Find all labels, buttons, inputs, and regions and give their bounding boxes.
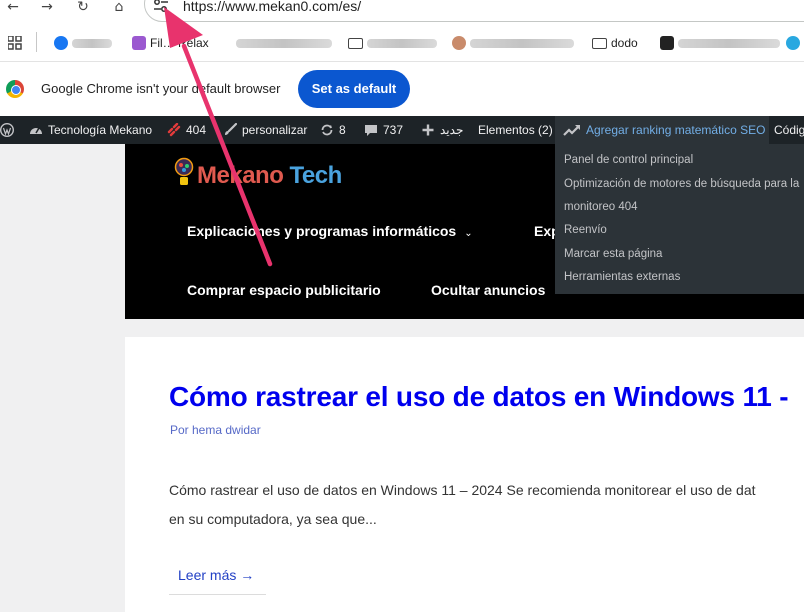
wordpress-logo-item[interactable] <box>0 116 14 144</box>
broken-links-count: 404 <box>186 123 207 137</box>
elementor-label: Elementos (2) <box>478 123 553 137</box>
folder-icon <box>348 37 363 49</box>
home-icon[interactable]: ⌂ <box>108 0 130 14</box>
bookmark-label: dodo <box>611 36 638 50</box>
bookmark-label <box>367 38 437 48</box>
chrome-logo-icon <box>6 80 24 98</box>
rank-math-icon <box>563 125 580 136</box>
site-info-icon[interactable] <box>152 0 170 14</box>
forward-icon[interactable]: → <box>36 0 58 14</box>
bookmark-label <box>678 38 780 48</box>
url-text[interactable]: https://www.mekan0.com/es/ <box>183 0 361 15</box>
dashboard-gauge-icon <box>30 127 42 134</box>
seo-menu-item[interactable]: Herramientas externas <box>564 271 680 283</box>
new-content-label: جديد <box>440 123 464 137</box>
bookmark-folder[interactable] <box>348 34 440 52</box>
bookmarks-separator <box>36 32 37 52</box>
bookmark-item[interactable] <box>660 34 784 52</box>
seo-menu-item[interactable]: Reenvío <box>564 224 607 236</box>
broken-links-item[interactable]: 404 <box>167 116 206 144</box>
updates-icon <box>321 124 333 136</box>
seo-ranking-label: Agregar ranking matemático SEO <box>586 123 766 137</box>
nav-menu-label: Explicaciones y programas informáticos <box>187 223 457 239</box>
bookmarks-bar: Fil… Relax dodo <box>0 24 804 62</box>
seo-dropdown-menu: Panel de control principal Optimización … <box>555 144 804 294</box>
new-content-item[interactable]: جديد <box>421 116 463 144</box>
bookmark-favicon <box>452 36 466 50</box>
seo-menu-item[interactable]: Optimización de motores de búsqueda para… <box>564 178 799 190</box>
back-icon[interactable]: ← <box>2 0 24 14</box>
updates-count: 8 <box>339 123 346 137</box>
post-title-link[interactable]: Cómo rastrear el uso de datos en Windows… <box>169 381 789 413</box>
set-as-default-button[interactable]: Set as default <box>298 70 410 108</box>
seo-menu-item[interactable]: Marcar esta página <box>564 248 662 260</box>
apps-grid-icon[interactable] <box>8 36 22 50</box>
bookmark-item[interactable] <box>54 34 116 52</box>
nav-menu-label: Comprar espacio publicitario <box>187 282 381 298</box>
site-name-label: Tecnología Mekano <box>48 123 153 137</box>
chevron-down-icon: ⌄ <box>464 228 473 239</box>
updates-item[interactable]: 8 <box>320 116 346 144</box>
customize-label: personalizar <box>242 123 308 137</box>
bookmark-label <box>236 38 332 48</box>
paintbrush-icon <box>225 123 237 135</box>
lightbulb-logo-icon <box>174 157 194 185</box>
post-card: Cómo rastrear el uso de datos en Windows… <box>125 337 804 612</box>
reload-icon[interactable]: ↻ <box>72 0 94 14</box>
read-more-link[interactable]: Leer más → <box>169 559 266 595</box>
bookmark-label: Fil… Relax <box>150 36 209 50</box>
wp-admin-bar: Tecnología Mekano 404 personalizar 8 737… <box>0 116 804 144</box>
wordpress-icon <box>0 123 14 137</box>
excerpt-line: Cómo rastrear el uso de datos en Windows… <box>169 482 756 498</box>
bookmark-favicon <box>660 36 674 50</box>
elementor-item[interactable]: Elementos (2) <box>478 116 553 144</box>
nav-menu-explicaciones[interactable]: Explicaciones y programas informáticos ⌄ <box>187 223 473 239</box>
customize-item[interactable]: personalizar <box>223 116 307 144</box>
seo-menu-item[interactable]: Panel de control principal <box>564 154 693 166</box>
plus-icon <box>422 124 434 136</box>
bookmark-folder[interactable]: dodo <box>592 34 650 52</box>
bookmark-label <box>470 38 574 48</box>
seo-ranking-menu[interactable]: Agregar ranking matemático SEO <box>555 116 769 144</box>
bookmark-item[interactable]: Fil… Relax <box>132 34 224 52</box>
logo-text-part2: Tech <box>289 162 343 189</box>
broken-link-icon <box>167 123 181 137</box>
site-logo[interactable]: Mekano Tech <box>197 162 342 190</box>
nav-menu-ocultar-anuncios[interactable]: Ocultar anuncios <box>431 282 545 298</box>
comments-count: 737 <box>383 123 404 137</box>
default-browser-infobar: Google Chrome isn't your default browser… <box>0 62 804 116</box>
excerpt-line: en su computadora, ya sea que... <box>169 511 377 527</box>
nav-menu-comprar-espacio[interactable]: Comprar espacio publicitario <box>187 282 381 298</box>
bookmark-favicon <box>132 36 146 50</box>
code-item[interactable]: Códig <box>774 116 804 144</box>
post-excerpt: Cómo rastrear el uso de datos en Windows… <box>169 476 804 534</box>
comments-item[interactable]: 737 <box>364 116 403 144</box>
post-author-link[interactable]: Por hema dwidar <box>170 423 261 437</box>
seo-menu-item[interactable]: monitoreo 404 <box>564 201 638 213</box>
bookmark-favicon <box>54 36 68 50</box>
logo-text-part1: Mekano <box>197 162 284 189</box>
bookmark-label <box>72 38 112 48</box>
code-label: Códig <box>774 123 804 137</box>
folder-icon <box>592 37 607 49</box>
bookmark-item[interactable] <box>236 34 336 52</box>
infobar-message: Google Chrome isn't your default browser <box>41 81 281 96</box>
site-name-item[interactable]: Tecnología Mekano <box>29 116 152 144</box>
bookmark-item[interactable] <box>452 34 578 52</box>
bookmark-favicon <box>786 36 800 50</box>
comment-bubble-icon <box>365 125 377 136</box>
nav-menu-label: Ocultar anuncios <box>431 282 546 298</box>
browser-toolbar: ← → ↻ ⌂ https://www.mekan0.com/es/ <box>0 0 804 24</box>
bookmark-item[interactable] <box>786 34 804 52</box>
